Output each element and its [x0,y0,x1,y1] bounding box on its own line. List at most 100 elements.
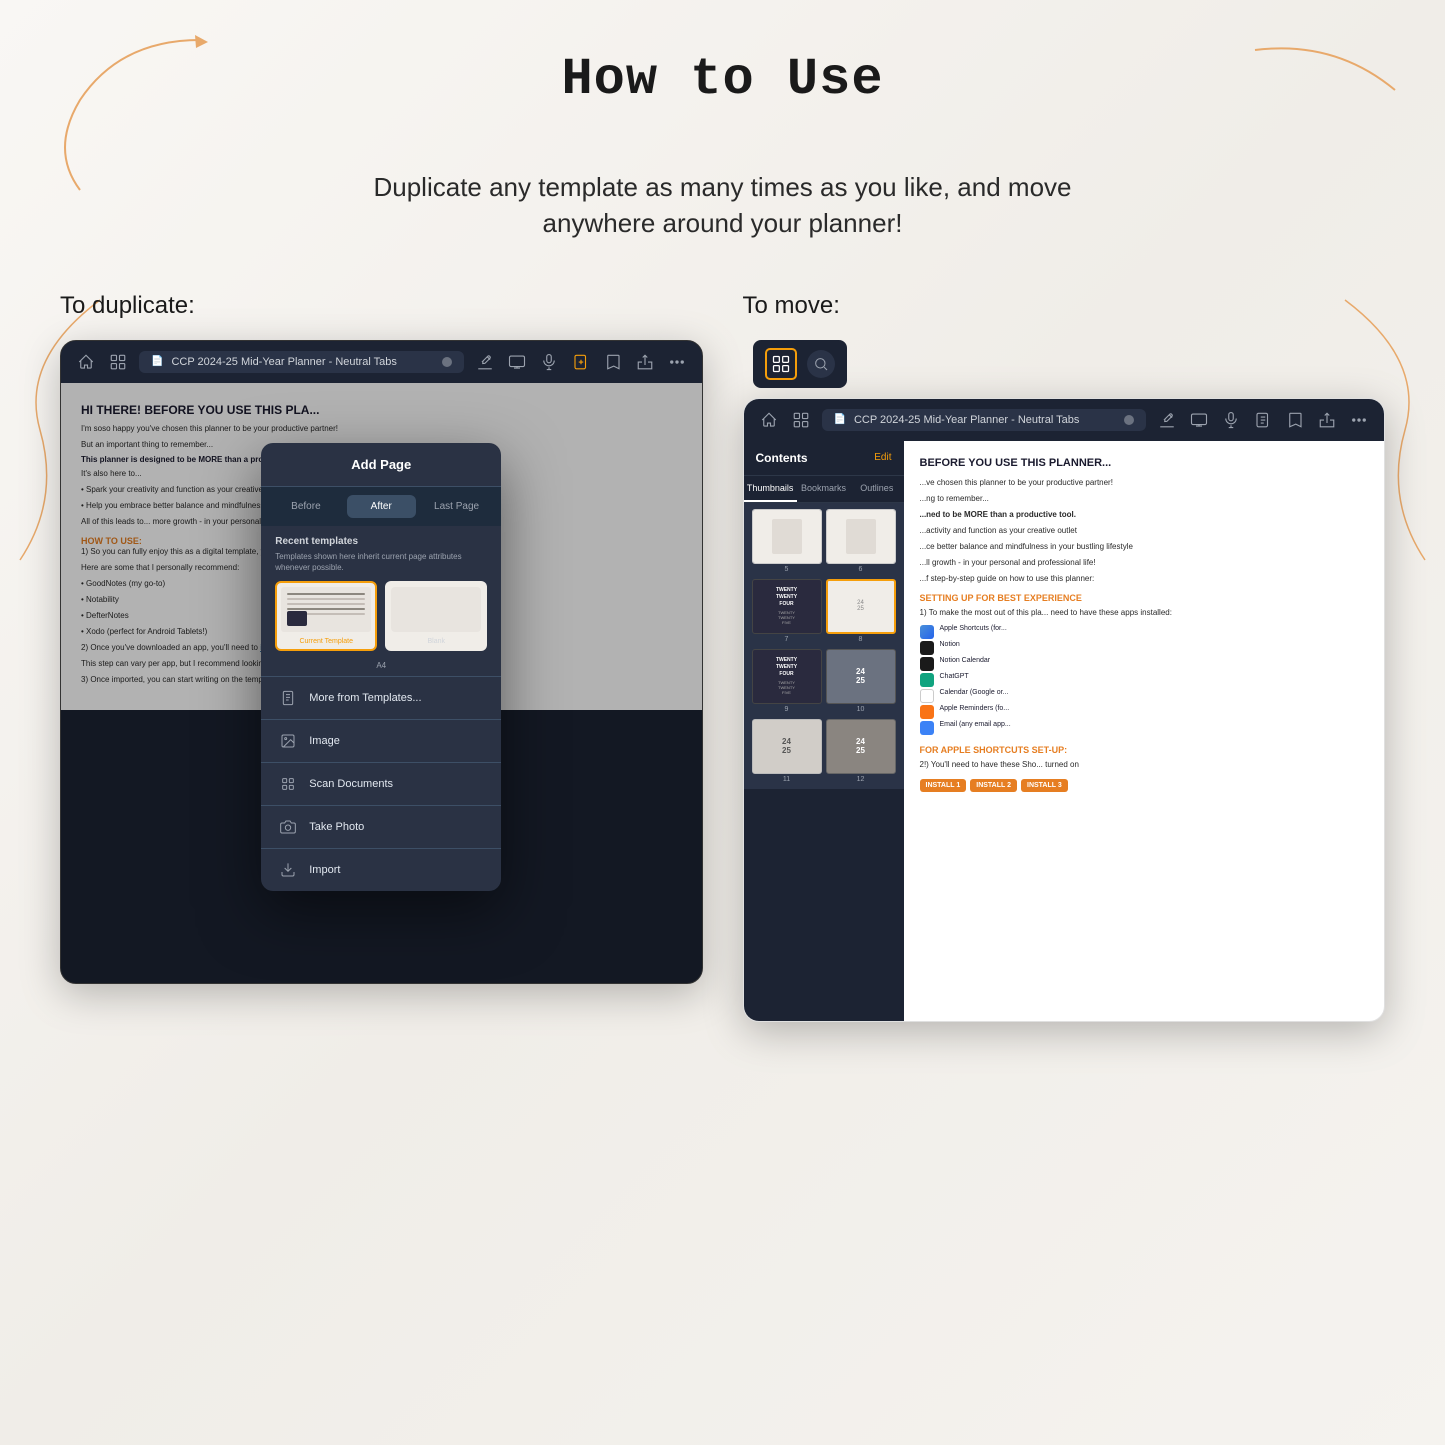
thumb-num-5: 5 [752,566,822,573]
add-page-modal: Add Page Before After Last Page Recent t… [261,443,501,891]
thumb-item-10[interactable]: 2425 10 [826,649,896,713]
thumb-num-9: 9 [752,706,822,713]
sidebar-header: Contents Edit [744,441,904,476]
tab-close-left[interactable] [442,357,452,367]
app-email-icon [920,721,934,735]
install-btn-1[interactable]: INSTALL 1 [920,779,967,792]
left-device-screenshot: 📄 CCP 2024-25 Mid-Year Planner - Neutral… [60,340,703,984]
scan-documents-item[interactable]: Scan Documents [261,762,501,805]
home-icon-right[interactable] [758,409,780,431]
right-col: To move: [743,292,1386,1022]
tab-right[interactable]: 📄 CCP 2024-25 Mid-Year Planner - Neutral… [822,409,1147,431]
thumb-item-5[interactable]: 5 [752,509,822,573]
import-item[interactable]: Import [261,848,501,891]
image-icon [277,730,299,752]
left-col: To duplicate: [60,292,703,984]
a4-label: A4 [261,661,501,676]
camera-icon [277,816,299,838]
app-bar-left: 📄 CCP 2024-25 Mid-Year Planner - Neutral… [61,341,702,383]
scan-label: Scan Documents [309,778,393,790]
blank-label: Blank [387,636,485,649]
thumb-num-7: 7 [752,636,822,643]
search-icon-box[interactable] [807,350,835,378]
sidebar-tab-bookmarks[interactable]: Bookmarks [797,476,850,502]
template-thumb-current[interactable]: Current Template [275,581,377,651]
thumb-item-11[interactable]: 2425 11 [752,719,822,783]
bookmark-icon-left[interactable] [602,351,624,373]
modal-tab-before[interactable]: Before [271,495,340,518]
thumb-img-12: 2425 [826,719,896,774]
thumb-item-9[interactable]: TWENTYTWENTYFOUR TWENTYTWENTYFIVE 9 [752,649,822,713]
home-icon[interactable] [75,351,97,373]
bookmark-icon-right[interactable] [1284,409,1306,431]
thumb-num-8: 8 [826,636,896,643]
pdf-icon-left: 📄 [151,356,163,367]
pencil-icon-right[interactable] [1156,409,1178,431]
share-icon-left[interactable] [634,351,656,373]
take-photo-item[interactable]: Take Photo [261,805,501,848]
modal-tab-last[interactable]: Last Page [422,495,491,518]
thumb-num-11: 11 [752,776,822,783]
more-icon-right[interactable] [1348,409,1370,431]
template-thumb-inner-current [281,587,371,632]
subtitle: Duplicate any template as many times as … [333,169,1113,242]
sidebar-tab-thumbnails[interactable]: Thumbnails [744,476,797,502]
thumb-row-7-8: TWENTYTWENTYFOUR TWENTYTWENTYFIVE 7 2425 [744,579,904,649]
add-page-icon-left[interactable] [570,351,592,373]
image-item[interactable]: Image [261,719,501,762]
tab-close-right[interactable] [1124,415,1134,425]
app-reminders-icon [920,705,934,719]
template-thumb-blank[interactable]: Blank [385,581,487,651]
rmc-doc-title: BEFORE YOU USE THIS PLANNER... [920,457,1268,469]
rmc-text-4: ...ce better balance and mindfulness in … [920,541,1268,553]
pdf-icon-right: 📄 [834,414,846,425]
grid-icon-highlighted[interactable] [765,348,797,380]
grid-highlight-wrapper [743,340,1386,388]
sidebar-thumbnail-list: 5 6 [744,503,904,789]
screen-icon-left[interactable] [506,351,528,373]
share-icon-right[interactable] [1316,409,1338,431]
thumb-dark-box [287,611,307,626]
right-device-screenshot: 📄 CCP 2024-25 Mid-Year Planner - Neutral… [743,398,1386,1022]
thumb-item-8[interactable]: 2425 8 [826,579,896,643]
rmc-shortcuts-section: FOR APPLE SHORTCUTS SET-UP: 2!) You'll n… [920,745,1268,792]
modal-tabs: Before After Last Page [261,487,501,526]
app-notion-cal: Notion Calendar [920,657,1268,671]
rmc-apps-list: Apple Shortcuts (for... Notion Notion Ca… [920,625,1268,735]
grid-icon-right[interactable] [790,409,812,431]
document-icon [277,687,299,709]
app-notion-label: Notion [940,641,960,648]
page-title: How to Use [60,50,1385,109]
left-col-label: To duplicate: [60,292,703,320]
screen-icon-right[interactable] [1188,409,1210,431]
scan-icon [277,773,299,795]
sidebar-tab-outlines[interactable]: Outlines [850,476,903,502]
modal-tab-after[interactable]: After [347,495,416,518]
tab-title-left: CCP 2024-25 Mid-Year Planner - Neutral T… [171,356,396,368]
modal-overlay: Add Page Before After Last Page Recent t… [61,383,702,983]
mic-icon-right[interactable] [1220,409,1242,431]
install-btn-2[interactable]: INSTALL 2 [970,779,1017,792]
thumb-item-12[interactable]: 2425 12 [826,719,896,783]
thumb-img-9: TWENTYTWENTYFOUR TWENTYTWENTYFIVE [752,649,822,704]
app-calendar-icon [920,689,934,703]
thumb-item-6[interactable]: 6 [826,509,896,573]
install-btn-3[interactable]: INSTALL 3 [1021,779,1068,792]
pencil-icon-left[interactable] [474,351,496,373]
sidebar-edit-btn[interactable]: Edit [874,452,891,463]
main-content: How to Use Duplicate any template as man… [0,0,1445,1022]
mic-icon-left[interactable] [538,351,560,373]
thumb-item-7[interactable]: TWENTYTWENTYFOUR TWENTYTWENTYFIVE 7 [752,579,822,643]
thumb-img-6 [826,509,896,564]
grid-icon-left[interactable] [107,351,129,373]
rmc-bold-1: ...ned to be MORE than a productive tool… [920,509,1268,521]
doc-icon-right[interactable] [1252,409,1274,431]
more-templates-item[interactable]: More from Templates... [261,676,501,719]
thumb-num-12: 12 [826,776,896,783]
tab-left[interactable]: 📄 CCP 2024-25 Mid-Year Planner - Neutral… [139,351,464,373]
template-thumb-inner-blank [391,587,481,632]
right-col-label: To move: [743,292,1386,320]
current-template-label: Current Template [277,636,375,649]
more-icon-left[interactable] [666,351,688,373]
modal-title: Add Page [261,443,501,487]
